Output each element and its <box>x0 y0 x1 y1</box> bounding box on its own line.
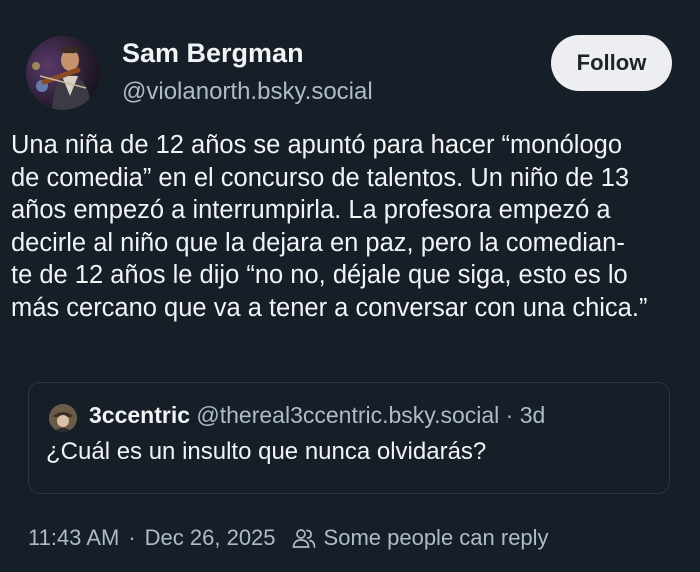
post-line: de comedia” en el concurso de talentos. … <box>11 163 630 192</box>
reply-setting[interactable]: Some people can reply <box>324 525 549 551</box>
post-line: te de 12 años le dijo “no no, déjale que… <box>11 261 628 289</box>
post-line: años empezó a interrumpirla. La profesor… <box>11 196 611 224</box>
post-text: Una niña de 12 años se apuntó para hacer… <box>11 129 693 324</box>
post-line: decirle al niño que la dejara en paz, pe… <box>11 228 625 257</box>
people-icon <box>292 527 316 549</box>
quoted-author-photo <box>49 404 77 432</box>
post-line: Una niña de 12 años se apuntó para hacer… <box>11 131 623 159</box>
post-footer: 11:43 AM · Dec 26, 2025 Some people can … <box>28 523 549 553</box>
author-name[interactable]: Sam Bergman <box>122 38 304 69</box>
author-handle[interactable]: @violanorth.bsky.social <box>122 78 373 106</box>
footer-separator: · <box>128 525 136 550</box>
author-photo <box>26 36 100 110</box>
quoted-author-name: 3ccentric <box>89 402 191 428</box>
quoted-separator: · <box>505 402 514 428</box>
quoted-header: 3ccentric @thereal3ccentric.bsky.social … <box>89 402 545 429</box>
quoted-age: 3d <box>519 402 546 428</box>
quoted-author-avatar <box>49 404 77 432</box>
quoted-text: ¿Cuál es un insulto que nunca olvidarás? <box>46 438 487 465</box>
author-avatar[interactable] <box>26 36 100 110</box>
follow-button[interactable]: Follow <box>551 35 672 91</box>
post-time: 11:43 AM <box>28 525 120 550</box>
post-date: Dec 26, 2025 <box>144 525 276 550</box>
quoted-author-handle: @thereal3ccentric.bsky.social <box>196 402 500 428</box>
post-line: más cercano que va a tener a conversar c… <box>11 293 648 322</box>
quoted-post[interactable]: 3ccentric @thereal3ccentric.bsky.social … <box>28 382 670 494</box>
